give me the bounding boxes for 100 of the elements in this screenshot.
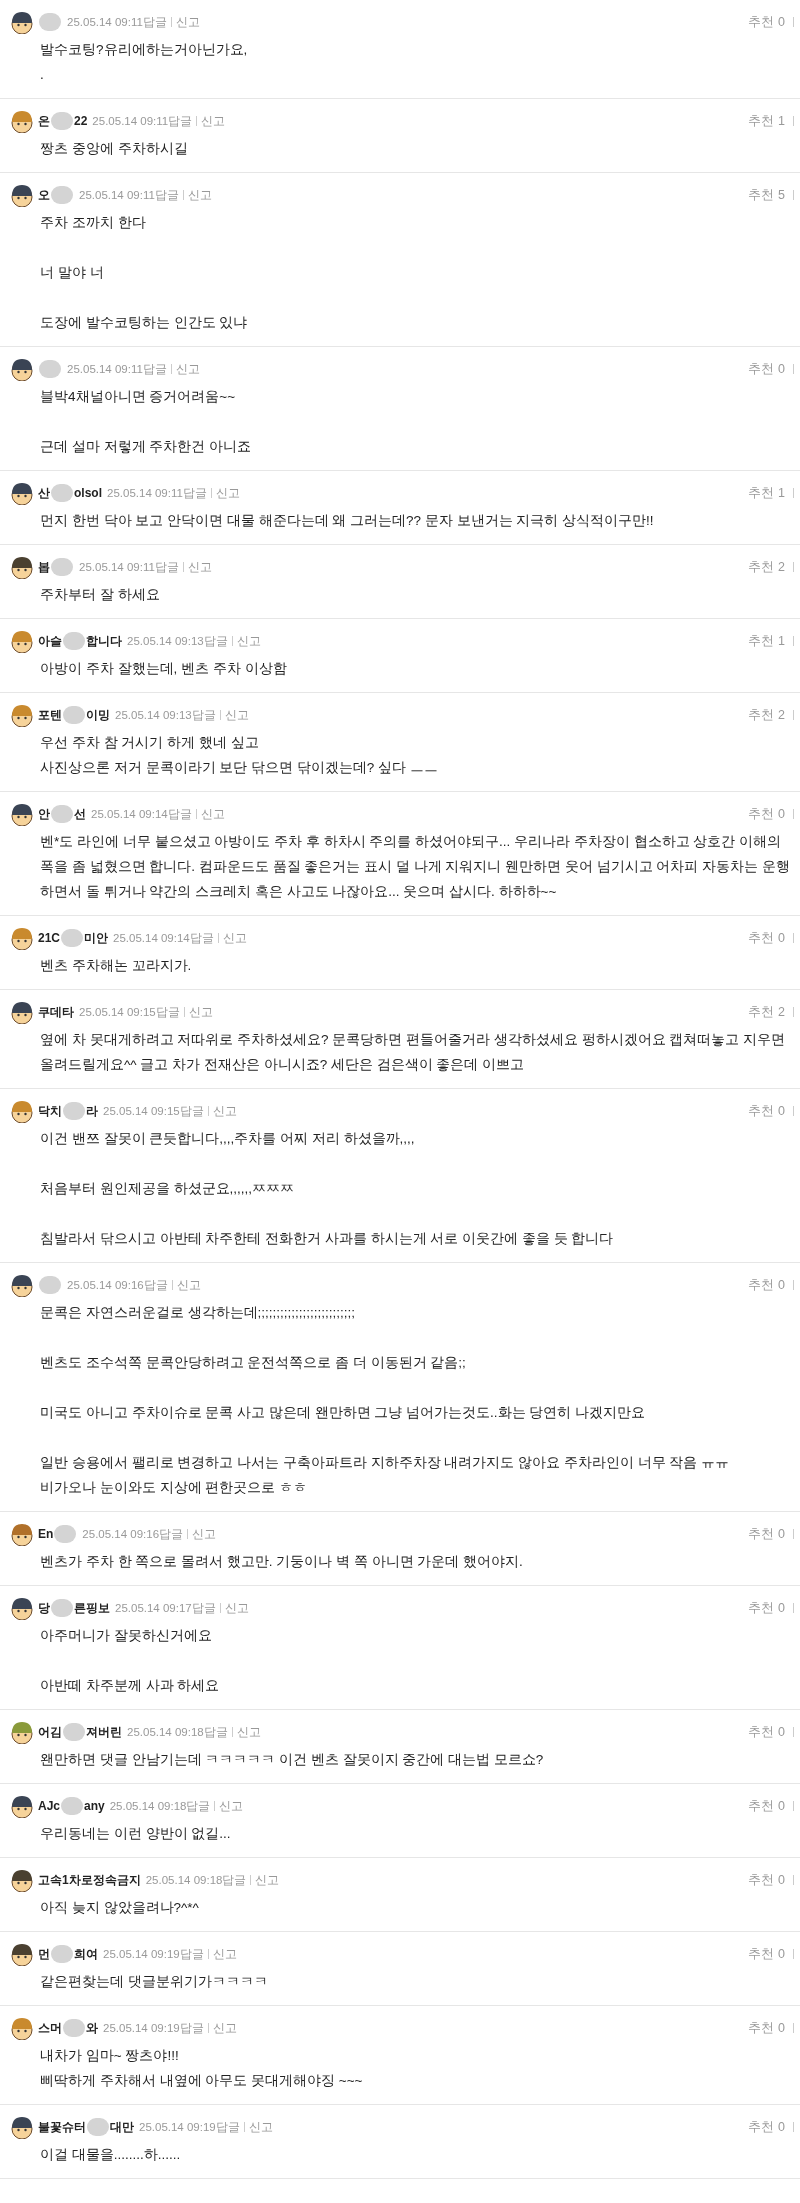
user-name[interactable]: 당 [38, 1599, 50, 1617]
report-link[interactable]: 신고 [212, 2020, 237, 2036]
report-link[interactable]: 신고 [176, 1277, 201, 1293]
user-name[interactable]: 봅 [38, 558, 50, 576]
user-name[interactable]: 산 [38, 484, 50, 502]
recommend-label[interactable]: 추천 [748, 805, 775, 823]
recommend-label[interactable]: 추천 [748, 1276, 775, 1294]
reply-link[interactable]: 답글 [142, 14, 167, 30]
reply-link[interactable]: 답글 [155, 1004, 180, 1020]
report-link[interactable]: 신고 [215, 485, 240, 501]
reply-link[interactable]: 답글 [222, 1872, 247, 1888]
report-link[interactable]: 신고 [248, 2119, 273, 2135]
report-link[interactable]: 신고 [188, 1004, 213, 1020]
reply-link[interactable]: 답글 [179, 1946, 204, 1962]
comment-text: 벤츠도 조수석쪽 문콕안당하려고 운전석쪽으로 좀 더 이동된거 같음;; [40, 1354, 467, 1372]
user-name[interactable]: 이밍 [86, 706, 110, 724]
report-link[interactable]: 신고 [236, 1724, 261, 1740]
reply-link[interactable]: 답글 [186, 1798, 211, 1814]
user-name[interactable]: 선 [74, 805, 86, 823]
reply-link[interactable]: 답글 [154, 187, 179, 203]
avatar-icon [10, 1273, 34, 1297]
comment-date: 25.05.14 09:19 [103, 2022, 180, 2034]
recommend-label[interactable]: 추천 [748, 360, 775, 378]
recommend-label[interactable]: 추천 [748, 1723, 775, 1741]
report-link[interactable]: 신고 [192, 1526, 217, 1542]
reply-link[interactable]: 답글 [159, 1526, 184, 1542]
comment-text: 도장에 발수코팅하는 인간도 있냐 [40, 314, 249, 332]
recommend-label[interactable]: 추천 [748, 2019, 775, 2037]
user-name[interactable]: 안 [38, 805, 50, 823]
report-link[interactable]: 신고 [201, 113, 226, 129]
report-link[interactable]: 신고 [224, 707, 249, 723]
recommend-label[interactable]: 추천 [748, 558, 775, 576]
user-name[interactable]: 와 [86, 2019, 98, 2037]
user-name[interactable]: 른핑보 [74, 1599, 110, 1617]
user-name[interactable]: 온 [38, 112, 50, 130]
recommend-count: 0 [778, 1104, 785, 1118]
recommend-label[interactable]: 추천 [748, 929, 775, 947]
user-name[interactable]: olsol [74, 486, 102, 500]
user-name[interactable]: 포텐 [38, 706, 62, 724]
report-link[interactable]: 신고 [175, 14, 200, 30]
user-name[interactable]: 라 [86, 1102, 98, 1120]
report-link[interactable]: 신고 [222, 930, 247, 946]
reply-link[interactable]: 답글 [142, 361, 167, 377]
user-name[interactable]: 대만 [110, 2118, 134, 2136]
report-link[interactable]: 신고 [175, 361, 200, 377]
user-name[interactable]: 어김 [38, 1723, 62, 1741]
user-name[interactable]: 먼 [38, 1945, 50, 1963]
user-name[interactable]: any [84, 1799, 105, 1813]
recommend-label[interactable]: 추천 [748, 186, 775, 204]
report-link[interactable]: 신고 [212, 1946, 237, 1962]
recommend-label[interactable]: 추천 [748, 1003, 775, 1021]
reply-link[interactable]: 답글 [191, 1600, 216, 1616]
reply-link[interactable]: 답글 [203, 1724, 228, 1740]
recommend-label[interactable]: 추천 [748, 112, 775, 130]
reply-link[interactable]: 답글 [191, 707, 216, 723]
user-name[interactable]: 미안 [84, 929, 108, 947]
user-name[interactable]: 져버린 [86, 1723, 122, 1741]
recommend-label[interactable]: 추천 [748, 1871, 775, 1889]
recommend-label[interactable]: 추천 [748, 706, 775, 724]
report-link[interactable]: 신고 [200, 806, 225, 822]
recommend-count: 0 [778, 1947, 785, 1961]
recommend-label[interactable]: 추천 [748, 2118, 775, 2136]
user-name[interactable]: 쿠데타 [38, 1003, 74, 1021]
reply-link[interactable]: 답글 [203, 633, 228, 649]
reply-link[interactable]: 답글 [143, 1277, 168, 1293]
user-name[interactable]: 희여 [74, 1945, 98, 1963]
reply-link[interactable]: 답글 [154, 559, 179, 575]
user-name[interactable]: 22 [74, 114, 88, 128]
user-name[interactable]: 오 [38, 186, 50, 204]
user-name[interactable]: 불꽃슈터 [38, 2118, 86, 2136]
user-name[interactable]: AJc [38, 1799, 60, 1813]
recommend-label[interactable]: 추천 [748, 632, 775, 650]
reply-link[interactable]: 답글 [179, 2020, 204, 2036]
reply-link[interactable]: 답글 [167, 806, 192, 822]
user-name[interactable]: En [38, 1527, 54, 1541]
report-link[interactable]: 신고 [224, 1600, 249, 1616]
recommend-label[interactable]: 추천 [748, 1945, 775, 1963]
report-link[interactable]: 신고 [187, 187, 212, 203]
user-name[interactable]: 아슬 [38, 632, 62, 650]
recommend-label[interactable]: 추천 [748, 1797, 775, 1815]
user-name[interactable]: 합니다 [86, 632, 122, 650]
user-name[interactable]: 고속1차로정속금지 [38, 1871, 141, 1889]
user-name[interactable]: 스머 [38, 2019, 62, 2037]
reply-link[interactable]: 답글 [168, 113, 193, 129]
recommend-label[interactable]: 추천 [748, 484, 775, 502]
recommend-label[interactable]: 추천 [748, 1599, 775, 1617]
report-link[interactable]: 신고 [236, 633, 261, 649]
reply-link[interactable]: 답글 [215, 2119, 240, 2135]
report-link[interactable]: 신고 [255, 1872, 280, 1888]
report-link[interactable]: 신고 [187, 559, 212, 575]
recommend-label[interactable]: 추천 [748, 13, 775, 31]
user-name[interactable]: 닥치 [38, 1102, 62, 1120]
recommend-label[interactable]: 추천 [748, 1102, 775, 1120]
reply-link[interactable]: 답글 [189, 930, 214, 946]
reply-link[interactable]: 답글 [182, 485, 207, 501]
recommend-label[interactable]: 추천 [748, 1525, 775, 1543]
report-link[interactable]: 신고 [212, 1103, 237, 1119]
user-name[interactable]: 21C [38, 931, 60, 945]
report-link[interactable]: 신고 [219, 1798, 244, 1814]
reply-link[interactable]: 답글 [179, 1103, 204, 1119]
